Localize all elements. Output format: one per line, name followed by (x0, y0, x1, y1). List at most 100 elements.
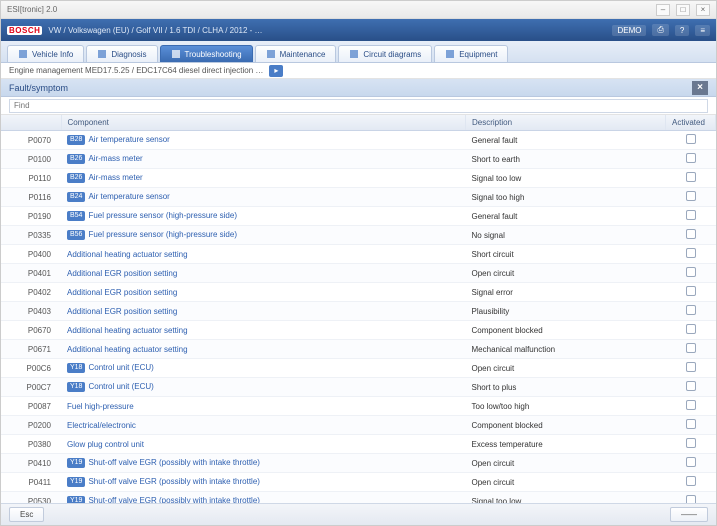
menu-icon[interactable]: ≡ (695, 25, 710, 36)
table-scroll[interactable]: Component Description Activated P0070B28… (1, 115, 716, 503)
fault-code: P0116 (1, 188, 61, 207)
table-row[interactable]: P0110B26Air-mass meterSignal too low (1, 169, 716, 188)
tab-icon (349, 49, 359, 59)
component-name: Air-mass meter (88, 173, 142, 182)
tab-maintenance[interactable]: Maintenance (255, 45, 337, 62)
open-action-icon[interactable] (686, 495, 696, 503)
open-action-icon[interactable] (686, 153, 696, 163)
tab-label: Troubleshooting (185, 50, 242, 59)
table-row[interactable]: P00C6Y18Control unit (ECU)Open circuit (1, 359, 716, 378)
table-row[interactable]: P0087Fuel high-pressureToo low/too high (1, 397, 716, 416)
col-component-header[interactable]: Component (61, 115, 466, 131)
col-action-header[interactable]: Activated (666, 115, 716, 131)
open-action-icon[interactable] (686, 381, 696, 391)
col-description-header[interactable]: Description (466, 115, 666, 131)
print-icon[interactable]: ⎙ (652, 24, 668, 36)
table-row[interactable]: P0100B26Air-mass meterShort to earth (1, 150, 716, 169)
open-action-icon[interactable] (686, 191, 696, 201)
table-row[interactable]: P0335B56Fuel pressure sensor (high-press… (1, 226, 716, 245)
open-action-icon[interactable] (686, 343, 696, 353)
component-cell: Y19Shut-off valve EGR (possibly with int… (61, 492, 466, 504)
fault-code: P0335 (1, 226, 61, 245)
open-action-icon[interactable] (686, 476, 696, 486)
table-row[interactable]: P00C7Y18Control unit (ECU)Short to plus (1, 378, 716, 397)
tab-vehicle-info[interactable]: Vehicle Info (7, 45, 84, 62)
open-action-icon[interactable] (686, 210, 696, 220)
table-row[interactable]: P0190B54Fuel pressure sensor (high-press… (1, 207, 716, 226)
brand-logo: BOSCH (7, 26, 42, 35)
app-header: BOSCH VW / Volkswagen (EU) / Golf VII / … (1, 19, 716, 41)
fault-code: P0530 (1, 492, 61, 504)
esc-button[interactable]: Esc (9, 507, 44, 522)
close-section-button[interactable]: × (692, 81, 708, 95)
table-row[interactable]: P0402Additional EGR position settingSign… (1, 283, 716, 302)
tab-label: Vehicle Info (32, 50, 73, 59)
minimize-button[interactable]: – (656, 4, 670, 16)
component-badge: Y19 (67, 496, 85, 503)
action-cell (666, 435, 716, 454)
component-cell: B54Fuel pressure sensor (high-pressure s… (61, 207, 466, 226)
col-id-header[interactable] (1, 115, 61, 131)
table-row[interactable]: P0671Additional heating actuator setting… (1, 340, 716, 359)
open-action-icon[interactable] (686, 229, 696, 239)
component-cell: Glow plug control unit (61, 435, 466, 454)
table-row[interactable]: P0401Additional EGR position settingOpen… (1, 264, 716, 283)
table-row[interactable]: P0116B24Air temperature sensorSignal too… (1, 188, 716, 207)
header-meta: DEMO ⎙ ? ≡ (612, 24, 710, 36)
component-name: Fuel pressure sensor (high-pressure side… (88, 211, 237, 220)
open-action-icon[interactable] (686, 134, 696, 144)
open-action-icon[interactable] (686, 400, 696, 410)
open-action-icon[interactable] (686, 419, 696, 429)
open-action-icon[interactable] (686, 286, 696, 296)
description-cell: No signal (466, 226, 666, 245)
open-action-icon[interactable] (686, 172, 696, 182)
table-row[interactable]: P0200Electrical/electronicComponent bloc… (1, 416, 716, 435)
help-icon[interactable]: ? (675, 25, 689, 36)
description-cell: Short to earth (466, 150, 666, 169)
tab-circuit-diagrams[interactable]: Circuit diagrams (338, 45, 432, 62)
component-name: Glow plug control unit (67, 440, 144, 449)
open-action-icon[interactable] (686, 267, 696, 277)
component-cell: Electrical/electronic (61, 416, 466, 435)
table-row[interactable]: P0400Additional heating actuator setting… (1, 245, 716, 264)
search-input[interactable] (9, 99, 708, 113)
app-window: ESI[tronic] 2.0 – □ × BOSCH VW / Volkswa… (0, 0, 717, 526)
action-cell (666, 150, 716, 169)
open-action-icon[interactable] (686, 248, 696, 258)
description-cell: Short circuit (466, 245, 666, 264)
open-action-icon[interactable] (686, 324, 696, 334)
description-cell: Mechanical malfunction (466, 340, 666, 359)
go-button[interactable]: ▸ (269, 65, 283, 77)
action-cell (666, 492, 716, 504)
open-action-icon[interactable] (686, 438, 696, 448)
component-cell: B26Air-mass meter (61, 150, 466, 169)
tab-label: Circuit diagrams (363, 50, 421, 59)
fault-code: P0670 (1, 321, 61, 340)
close-window-button[interactable]: × (696, 4, 710, 16)
table-row[interactable]: P0380Glow plug control unitExcess temper… (1, 435, 716, 454)
table-row[interactable]: P0530Y19Shut-off valve EGR (possibly wit… (1, 492, 716, 504)
table-row[interactable]: P0411Y19Shut-off valve EGR (possibly wit… (1, 473, 716, 492)
component-cell: Y19Shut-off valve EGR (possibly with int… (61, 454, 466, 473)
tab-equipment[interactable]: Equipment (434, 45, 508, 62)
fault-code: P0190 (1, 207, 61, 226)
fault-code: P0411 (1, 473, 61, 492)
description-cell: Excess temperature (466, 435, 666, 454)
table-header-row: Component Description Activated (1, 115, 716, 131)
table-row[interactable]: P0670Additional heating actuator setting… (1, 321, 716, 340)
tab-diagnosis[interactable]: Diagnosis (86, 45, 157, 62)
maximize-button[interactable]: □ (676, 4, 690, 16)
action-cell (666, 226, 716, 245)
open-action-icon[interactable] (686, 305, 696, 315)
open-action-icon[interactable] (686, 457, 696, 467)
footer-right-button[interactable]: —— (670, 507, 708, 522)
component-cell: Additional heating actuator setting (61, 340, 466, 359)
table-row[interactable]: P0410Y19Shut-off valve EGR (possibly wit… (1, 454, 716, 473)
open-action-icon[interactable] (686, 362, 696, 372)
table-row[interactable]: P0403Additional EGR position settingPlau… (1, 302, 716, 321)
table-row[interactable]: P0070B28Air temperature sensorGeneral fa… (1, 131, 716, 150)
action-cell (666, 340, 716, 359)
component-badge: B54 (67, 211, 85, 221)
tab-troubleshooting[interactable]: Troubleshooting (160, 45, 253, 62)
fault-code: P0087 (1, 397, 61, 416)
